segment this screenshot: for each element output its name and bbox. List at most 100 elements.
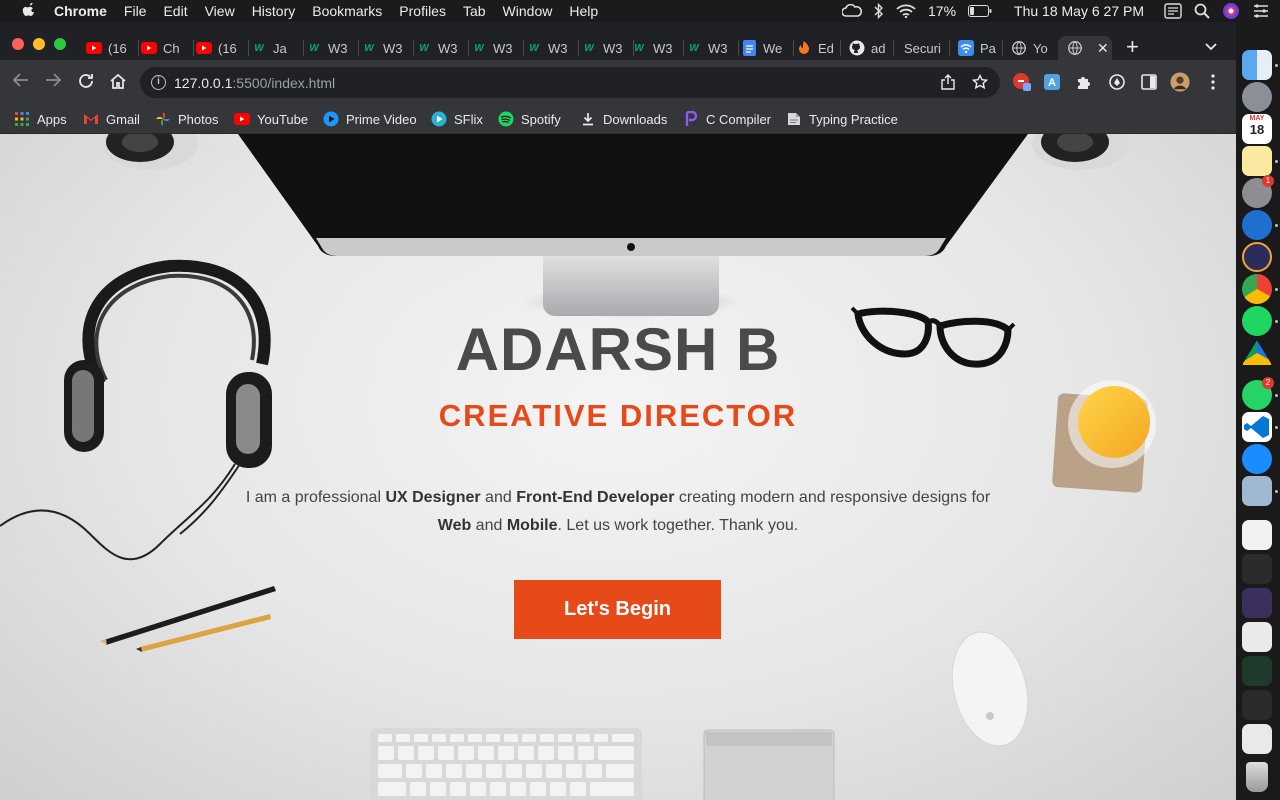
address-url[interactable]: 127.0.0.1:5500/index.html: [174, 75, 335, 91]
bookmark-apps[interactable]: Apps: [14, 110, 67, 128]
browser-tab[interactable]: Yo: [1011, 36, 1056, 60]
notes-icon[interactable]: [1242, 146, 1272, 176]
bookmark-star-icon[interactable]: [970, 72, 990, 92]
browser-tab[interactable]: W W3: [686, 36, 739, 60]
imac-monitor: [238, 134, 1028, 318]
bookmark-youtube[interactable]: YouTube: [234, 110, 308, 128]
system-settings-gear-icon[interactable]: 1: [1242, 175, 1274, 208]
siri-icon[interactable]: [1222, 2, 1240, 20]
menu-view[interactable]: View: [205, 3, 235, 19]
finder-icon[interactable]: [1242, 50, 1272, 80]
adblock-extension-icon[interactable]: [1012, 72, 1032, 92]
menu-file[interactable]: File: [124, 3, 147, 19]
bookmark-sflix[interactable]: SFlix: [431, 110, 483, 128]
menu-tab[interactable]: Tab: [463, 3, 486, 19]
profile-avatar[interactable]: [1170, 72, 1190, 92]
browser-tab[interactable]: W W3: [526, 36, 579, 60]
active-browser-tab[interactable]: ✕: [1058, 36, 1112, 60]
battery-icon[interactable]: [968, 5, 992, 17]
browser-tab[interactable]: (16: [86, 36, 139, 60]
tab-search-chevron-icon[interactable]: [1205, 40, 1217, 54]
bookmark-downloads[interactable]: Downloads: [580, 110, 667, 128]
browser-tab[interactable]: Securi: [904, 36, 950, 60]
browser-tab[interactable]: (16: [196, 36, 249, 60]
apple-logo-icon[interactable]: [20, 3, 40, 19]
reload-icon[interactable]: [76, 72, 96, 92]
browser-tab[interactable]: W W3: [581, 36, 634, 60]
browser-tab[interactable]: W Ja: [251, 36, 304, 60]
browser-tab[interactable]: Ed: [796, 36, 841, 60]
globe-icon: [1067, 40, 1083, 56]
tab-close-icon[interactable]: ✕: [1097, 40, 1109, 57]
chrome-icon[interactable]: [1242, 274, 1272, 304]
desk-background-illustration: [0, 134, 1156, 800]
tab-title: Pa: [980, 40, 996, 56]
window-thumbnail[interactable]: [1242, 656, 1272, 686]
forward-arrow-icon[interactable]: [43, 72, 63, 92]
extensions-puzzle-icon[interactable]: [1074, 72, 1094, 92]
menu-bookmarks[interactable]: Bookmarks: [312, 3, 382, 19]
minimize-window-button[interactable]: [33, 38, 45, 50]
spotify-icon[interactable]: [1242, 306, 1272, 336]
window-thumbnail[interactable]: [1242, 690, 1272, 720]
bookmark-photos[interactable]: Photos: [155, 110, 218, 128]
bookmark-typing-practice[interactable]: Typing Practice: [786, 110, 898, 128]
browser-tab[interactable]: W W3: [631, 36, 684, 60]
creative-cloud-icon[interactable]: [842, 4, 863, 18]
browser-tab[interactable]: W W3: [416, 36, 469, 60]
close-window-button[interactable]: [12, 38, 24, 50]
zoom-window-button[interactable]: [54, 38, 66, 50]
document-thumbnail[interactable]: [1242, 520, 1272, 550]
youtube-icon: [196, 40, 212, 56]
site-info-icon[interactable]: i: [151, 75, 166, 90]
back-arrow-icon[interactable]: [11, 72, 31, 92]
launchpad-rocket-icon[interactable]: [1242, 82, 1272, 112]
bookmark-prime-video[interactable]: Prime Video: [323, 110, 417, 128]
wifi-icon[interactable]: [896, 4, 916, 18]
browser-tab[interactable]: W W3: [361, 36, 414, 60]
menu-help[interactable]: Help: [569, 3, 598, 19]
window-thumbnail[interactable]: [1242, 622, 1272, 652]
lets-begin-button[interactable]: Let's Begin: [514, 580, 721, 639]
tab-title: W3: [708, 40, 728, 56]
spotlight-search-icon[interactable]: [1194, 3, 1210, 19]
eclipse-icon[interactable]: [1242, 242, 1272, 272]
browser-tab[interactable]: ad: [849, 36, 894, 60]
keyboard-input-icon[interactable]: [1164, 3, 1182, 19]
share-icon[interactable]: [938, 72, 958, 92]
whatsapp-icon[interactable]: 2: [1242, 377, 1274, 410]
browser-tab[interactable]: Ch: [141, 36, 194, 60]
window-thumbnail[interactable]: [1242, 588, 1272, 618]
menu-history[interactable]: History: [252, 3, 296, 19]
google-drive-icon[interactable]: [1242, 340, 1272, 365]
menu-edit[interactable]: Edit: [163, 3, 187, 19]
control-center-icon[interactable]: [1252, 4, 1270, 18]
calendar-icon[interactable]: MAY 18: [1242, 114, 1272, 144]
app-menu-chrome[interactable]: Chrome: [54, 3, 107, 19]
address-bar[interactable]: i 127.0.0.1:5500/index.html: [140, 67, 1000, 98]
more-menu-icon[interactable]: [1203, 72, 1223, 92]
browser-tab[interactable]: W W3: [306, 36, 359, 60]
clock[interactable]: Thu 18 May 6 27 PM: [1014, 3, 1144, 19]
browser-tab[interactable]: We: [741, 36, 794, 60]
translate-extension-icon[interactable]: A: [1042, 72, 1062, 92]
home-icon[interactable]: [108, 72, 128, 92]
bookmark-gmail[interactable]: Gmail: [83, 110, 140, 128]
safari-compass-icon[interactable]: [1242, 444, 1272, 474]
trash-icon[interactable]: [1246, 762, 1268, 792]
side-panel-icon[interactable]: [1139, 72, 1159, 92]
browser-tab[interactable]: W W3: [471, 36, 524, 60]
new-tab-button[interactable]: +: [1126, 36, 1139, 58]
reading-sync-icon[interactable]: [1107, 72, 1127, 92]
bluetooth-icon[interactable]: [874, 3, 884, 19]
preview-icon[interactable]: [1242, 476, 1272, 506]
quicktime-play-icon[interactable]: [1242, 210, 1272, 240]
browser-tab[interactable]: Pa: [958, 36, 1003, 60]
bookmark-c-compiler[interactable]: C Compiler: [683, 110, 771, 128]
window-thumbnail[interactable]: [1242, 554, 1272, 584]
window-thumbnail[interactable]: [1242, 724, 1272, 754]
vscode-icon[interactable]: [1242, 412, 1272, 442]
menu-window[interactable]: Window: [503, 3, 553, 19]
bookmark-spotify[interactable]: Spotify: [498, 110, 561, 128]
menu-profiles[interactable]: Profiles: [399, 3, 446, 19]
